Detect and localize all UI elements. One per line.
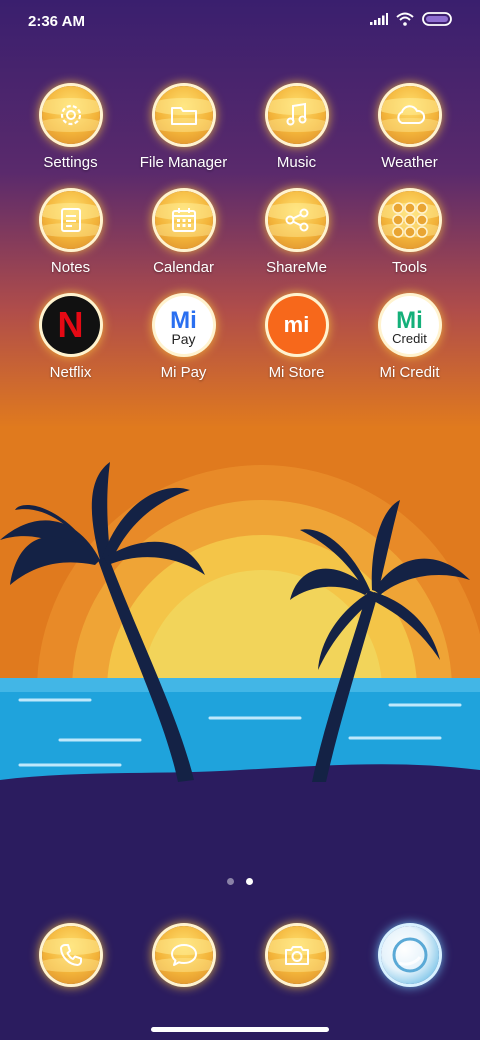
home-indicator[interactable] [151, 1027, 329, 1032]
app-notes[interactable]: Notes [14, 191, 127, 276]
mi-credit-logo: Mi [396, 307, 423, 334]
app-label: Mi Credit [379, 364, 440, 381]
mi-pay-logo: Mi [170, 307, 197, 334]
page-dot-1[interactable] [227, 878, 234, 885]
app-label: Notes [50, 259, 91, 276]
app-label: Netflix [49, 364, 92, 381]
page-dot-2-active[interactable] [246, 878, 253, 885]
mi-credit-sub: Credit [392, 331, 427, 346]
netflix-logo: N [57, 304, 84, 345]
camera-icon [267, 926, 326, 984]
messages-icon [154, 926, 213, 984]
app-weather[interactable]: Weather [353, 86, 466, 171]
page-indicator[interactable] [0, 878, 480, 885]
gear-icon [41, 86, 100, 144]
app-label: File Manager [139, 154, 228, 171]
app-tools-folder[interactable]: Tools [353, 191, 466, 276]
app-shareme[interactable]: ShareMe [240, 191, 353, 276]
note-icon [41, 191, 100, 249]
music-note-icon [267, 86, 326, 144]
dock-camera[interactable] [240, 926, 353, 984]
home-app-grid: Settings File Manager Music Weather Note… [14, 86, 466, 381]
dock [14, 926, 466, 984]
status-icons [370, 12, 452, 26]
folder-icon [154, 86, 213, 144]
app-label: Mi Pay [160, 364, 207, 381]
dock-messages[interactable] [127, 926, 240, 984]
app-calendar[interactable]: Calendar [127, 191, 240, 276]
mi-credit-icon: Mi Credit [380, 296, 439, 354]
app-settings[interactable]: Settings [14, 86, 127, 171]
share-icon [267, 191, 326, 249]
tools-folder-icon [380, 191, 439, 249]
calendar-icon [154, 191, 213, 249]
app-mi-credit[interactable]: Mi Credit Mi Credit [353, 296, 466, 381]
app-label: Calendar [153, 259, 214, 276]
app-netflix[interactable]: N Netflix [14, 296, 127, 381]
wifi-icon [396, 12, 414, 26]
app-label: Mi Store [268, 364, 325, 381]
signal-icon [370, 13, 388, 25]
battery-icon [422, 12, 452, 26]
dock-phone[interactable] [14, 926, 127, 984]
app-label: ShareMe [266, 259, 327, 276]
mi-pay-sub: Pay [171, 331, 196, 347]
app-label: Music [276, 154, 317, 171]
mi-store-logo: mi [283, 312, 310, 337]
netflix-icon: N [41, 296, 100, 354]
app-mi-pay[interactable]: Mi Pay Mi Pay [127, 296, 240, 381]
app-label: Weather [381, 154, 438, 171]
browser-icon [380, 926, 439, 984]
mi-store-icon: mi [267, 296, 326, 354]
app-file-manager[interactable]: File Manager [127, 86, 240, 171]
app-label: Settings [43, 154, 98, 171]
phone-icon [41, 926, 100, 984]
status-time: 2:36 AM [28, 13, 85, 30]
cloud-icon [380, 86, 439, 144]
status-bar: 2:36 AM [0, 0, 480, 44]
dock-browser[interactable] [353, 926, 466, 984]
mi-pay-icon: Mi Pay [154, 296, 213, 354]
app-music[interactable]: Music [240, 86, 353, 171]
app-label: Tools [391, 259, 428, 276]
app-mi-store[interactable]: mi Mi Store [240, 296, 353, 381]
